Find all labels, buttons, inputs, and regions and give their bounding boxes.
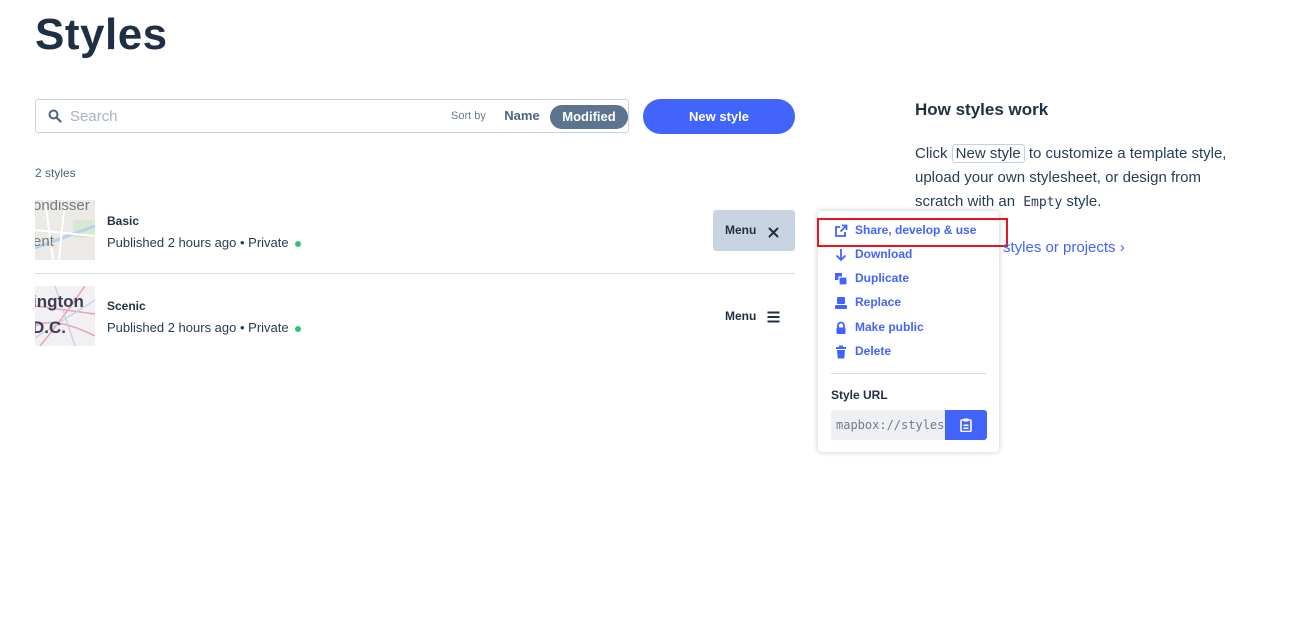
- copy-url-button[interactable]: [945, 410, 987, 440]
- highlight-annotation-box: [817, 218, 1008, 247]
- page-title: Styles: [35, 10, 168, 59]
- menu-item-label: Make public: [855, 320, 924, 334]
- style-meta-scenic: Published 2 hours ago • Private: [107, 320, 301, 335]
- hamburger-menu-icon: [767, 310, 780, 323]
- new-style-button[interactable]: New style: [643, 99, 795, 134]
- status-dot-icon: [294, 325, 301, 332]
- help-text-part: style.: [1066, 193, 1102, 210]
- menu-item-label: Delete: [855, 344, 892, 358]
- help-text: Click New style to customize a template …: [915, 142, 1235, 215]
- style-url-label: Style URL: [831, 388, 888, 402]
- menu-item-delete[interactable]: Delete: [832, 342, 992, 362]
- style-thumbnail-basic[interactable]: ondisser ent: [35, 200, 95, 260]
- svg-text:ondisser: ondisser: [35, 200, 90, 214]
- search-icon: [48, 109, 62, 123]
- help-link-styles-projects[interactable]: styles or projects ›: [1003, 239, 1125, 256]
- styles-count: 2 styles: [35, 166, 76, 180]
- style-name-scenic[interactable]: Scenic: [107, 299, 146, 313]
- download-arrow-icon: [834, 248, 848, 262]
- trash-icon: [834, 345, 848, 359]
- search-input[interactable]: [70, 105, 370, 127]
- row-divider: [35, 273, 795, 274]
- menu-label: Menu: [725, 309, 757, 323]
- style-meta-basic: Published 2 hours ago • Private: [107, 235, 301, 250]
- help-title: How styles work: [915, 100, 1049, 119]
- sort-modified-option[interactable]: Modified: [550, 105, 628, 129]
- menu-divider: [831, 373, 986, 374]
- menu-item-label: Replace: [855, 295, 902, 309]
- help-empty-code: Empty: [1023, 195, 1063, 210]
- menu-label: Menu: [725, 223, 757, 237]
- style-meta-text: Published 2 hours ago • Private: [107, 320, 289, 335]
- close-icon: [768, 225, 779, 238]
- svg-text:D.C.: D.C.: [35, 318, 66, 337]
- style-row-scenic[interactable]: ington D.C. Scenic Published 2 hours ago…: [35, 284, 795, 350]
- style-name-basic[interactable]: Basic: [107, 214, 139, 228]
- style-thumbnail-scenic[interactable]: ington D.C.: [35, 286, 95, 346]
- svg-text:ington: ington: [35, 292, 84, 311]
- style-menu-dropdown: Share, develop & use Download Duplicate …: [818, 211, 999, 452]
- duplicate-icon: [834, 272, 848, 286]
- menu-item-duplicate[interactable]: Duplicate: [832, 269, 992, 289]
- replace-icon: [834, 296, 848, 310]
- help-new-style-chip: New style: [951, 144, 1025, 163]
- style-menu-button-scenic[interactable]: Menu: [713, 296, 795, 336]
- search-box: Sort by Name Modified: [35, 99, 629, 133]
- menu-item-label: Download: [855, 247, 913, 261]
- help-text-part: Click: [915, 145, 948, 162]
- menu-item-replace[interactable]: Replace: [832, 293, 992, 313]
- menu-item-make-public[interactable]: Make public: [832, 318, 992, 338]
- chevron-right-icon: ›: [1119, 239, 1125, 256]
- menu-item-label: Duplicate: [855, 271, 910, 285]
- svg-text:ent: ent: [35, 233, 55, 250]
- sort-name-option[interactable]: Name: [494, 105, 550, 127]
- lock-icon: [834, 321, 848, 335]
- style-row-basic[interactable]: ondisser ent Basic Published 2 hours ago…: [35, 198, 795, 264]
- style-url-field[interactable]: mapbox://styles/: [831, 410, 945, 440]
- style-menu-button-basic[interactable]: Menu: [713, 210, 795, 251]
- clipboard-icon: [960, 418, 972, 433]
- sort-by-label: Sort by: [451, 110, 486, 122]
- status-dot-icon: [294, 240, 301, 247]
- menu-item-download[interactable]: Download: [832, 245, 992, 265]
- style-meta-text: Published 2 hours ago • Private: [107, 235, 289, 250]
- help-link-text: styles or projects: [1003, 239, 1116, 256]
